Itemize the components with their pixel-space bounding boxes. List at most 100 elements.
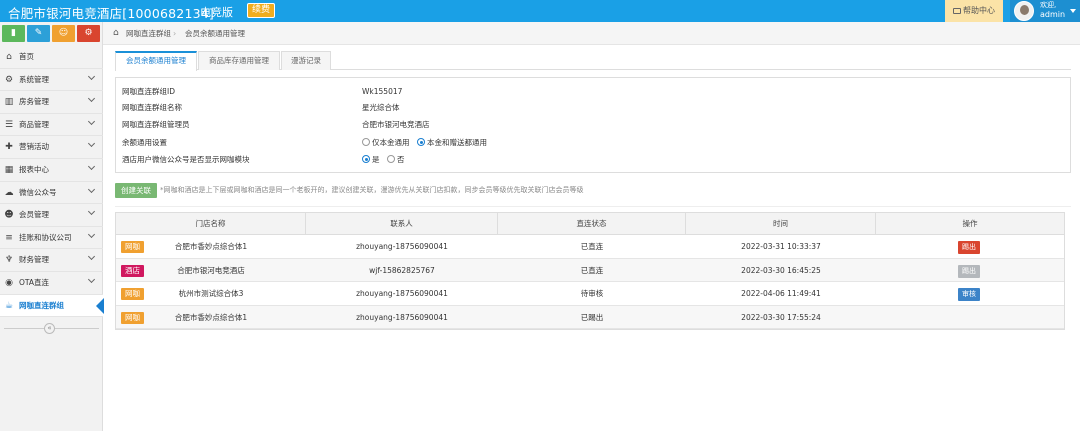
chevron-down-icon	[87, 253, 96, 261]
contact-cell: zhouyang-18756090041	[356, 312, 448, 322]
active-pointer-icon	[96, 297, 104, 314]
audit-button[interactable]: 审核	[958, 288, 980, 301]
sidebar-item-4[interactable]: ✚ 营销活动	[0, 136, 103, 159]
radio-icon	[362, 138, 370, 146]
help-center-label: 帮助中心	[963, 6, 995, 15]
group-info-panel: 网咖直连群组ID Wk155017 网咖直连群组名称 星光综合体 网咖直连群组管…	[115, 77, 1071, 173]
sidebar-item-2[interactable]: ▥ 房务管理	[0, 91, 103, 114]
avatar	[1014, 1, 1034, 21]
group-name-value: 星光综合体	[362, 103, 400, 112]
bar-chart-icon[interactable]: ▮	[2, 25, 25, 42]
sidebar-item-label: 首页	[19, 52, 34, 61]
kick-out-button[interactable]: 踢出	[958, 264, 980, 278]
radio-wechat-yes[interactable]: 是	[362, 152, 380, 168]
chevron-down-icon	[1070, 9, 1076, 13]
store-name-cell: 合肥市银河电竞酒店	[177, 265, 245, 275]
status-cell: 已直连	[580, 265, 604, 275]
column-header-action: 操作	[962, 219, 978, 228]
sidebar-item-7[interactable]: ☻ 会员管理	[0, 204, 103, 227]
radio-principal-only[interactable]: 仅本金通用	[362, 135, 410, 151]
chevron-down-icon	[87, 140, 96, 148]
info-row-wechat-module: 酒店用户微信公众号是否显示网咖模块 是 否	[116, 152, 1070, 168]
radio-principal-only-label: 仅本金通用	[372, 138, 410, 147]
info-row-group-id: 网咖直连群组ID Wk155017	[116, 84, 1070, 100]
radio-icon	[387, 155, 395, 163]
home-icon[interactable]: ⌂	[113, 29, 119, 38]
sidebar-item-6[interactable]: ☁ 微信公众号	[0, 182, 103, 205]
cutlery-icon: ♆	[4, 255, 14, 266]
chevron-down-icon	[87, 275, 96, 283]
chevron-down-icon	[87, 230, 96, 238]
coffee-icon: ☕	[4, 300, 14, 311]
tab-inventory-management[interactable]: 商品库存通用管理	[198, 51, 280, 70]
kick-out-button[interactable]: 踢出	[958, 241, 980, 254]
chevron-down-icon	[87, 208, 96, 216]
radio-principal-and-gift-label: 本金和赠送都通用	[427, 138, 487, 147]
radio-checked-icon	[417, 138, 425, 146]
association-note: *网咖和酒店是上下层或网咖和酒店是同一个老板开的，建议创建关联，漫游优先从关联门…	[160, 186, 584, 194]
status-cell: 待审核	[580, 289, 604, 298]
building-icon: ▥	[4, 97, 14, 108]
time-cell: 2022-03-30 17:55:24	[741, 312, 821, 322]
radio-wechat-yes-label: 是	[372, 155, 380, 164]
sidebar-item-3[interactable]: ☰ 商品管理	[0, 114, 103, 137]
chevron-down-icon	[87, 162, 96, 171]
chevron-down-icon	[87, 185, 96, 193]
contact-cell: wjf-15862825767	[369, 265, 435, 275]
users-icon: ☻	[4, 210, 14, 221]
radio-wechat-no-label: 否	[397, 155, 405, 164]
tab-roaming-records[interactable]: 漫游记录	[281, 51, 331, 70]
renew-button[interactable]: 续费	[247, 3, 276, 18]
chevron-down-icon	[87, 117, 96, 125]
monitor-icon	[953, 7, 961, 14]
radio-principal-and-gift[interactable]: 本金和赠送都通用	[417, 135, 487, 151]
column-header-time: 时间	[686, 213, 876, 235]
balance-setting-label: 余额通用设置	[122, 138, 167, 147]
collapse-sidebar-icon[interactable]: «	[44, 323, 55, 334]
tab-balance-management[interactable]: 会员余额通用管理	[115, 51, 197, 71]
users-icon[interactable]: ☺	[52, 25, 75, 42]
sidebar-item-label: 商品管理	[19, 119, 49, 129]
sidebar-item-8[interactable]: ≡ 挂账和协议公司	[0, 227, 103, 250]
database-icon: ☰	[4, 119, 14, 130]
sidebar-item-9[interactable]: ♆ 财务管理	[0, 249, 103, 272]
wechat-module-label: 酒店用户微信公众号是否显示网咖模块	[122, 155, 250, 164]
group-id-label: 网咖直连群组ID	[122, 87, 175, 96]
pencil-icon[interactable]: ✎	[27, 25, 50, 42]
quick-buttons: ▮ ✎ ☺ ⚙	[2, 25, 100, 42]
sidebar-item-label: 报表中心	[19, 164, 49, 174]
user-menu[interactable]: 欢迎, admin	[1010, 0, 1080, 22]
group-name-label: 网咖直连群组名称	[122, 103, 182, 112]
sidebar-item-5[interactable]: ▦ 报表中心	[0, 159, 103, 182]
store-name-cell: 合肥市香妙点综合体1	[174, 242, 248, 251]
info-row-group-admin: 网咖直连群组管理员 合肥市银河电竞酒店	[116, 117, 1070, 133]
create-association-button[interactable]: 创建关联	[115, 183, 157, 198]
stores-table: 门店名称 联系人 直连状态 时间 操作 网咖 合肥市香妙点综合体1 zhouyang…	[115, 212, 1065, 330]
home-icon: ⌂	[6, 52, 12, 62]
cloud-icon: ☁	[4, 187, 14, 198]
contact-cell: zhouyang-18756090041	[356, 289, 448, 298]
store-name-cell: 合肥市香妙点综合体1	[174, 312, 248, 322]
sidebar-item-label: 系统管理	[19, 74, 49, 84]
group-id-value: Wk155017	[362, 87, 403, 96]
radio-wechat-no[interactable]: 否	[387, 152, 405, 168]
chevron-down-icon	[87, 95, 96, 103]
share-icon[interactable]: ⚙	[77, 25, 100, 42]
list-icon: ≡	[5, 232, 13, 243]
column-header-status: 直连状态	[498, 213, 686, 235]
chart-icon: ▦	[4, 164, 14, 175]
sidebar-item-1[interactable]: ⚙ 系统管理	[0, 69, 103, 92]
divider	[115, 206, 1071, 207]
info-row-group-name: 网咖直连群组名称 星光综合体	[116, 100, 1070, 116]
sidebar-menu: ⌂ 首页 ⚙ 系统管理 ▥ 房务管理 ☰ 商品管理 ✚ 营销活动 ▦ 报表中心 ☁ 微信公众号 ☻ 会员管理 ≡…	[0, 46, 104, 318]
column-header-contact: 联系人	[306, 213, 498, 235]
sidebar-item-11[interactable]: ☕ 网咖直连群组	[0, 294, 104, 318]
sidebar-item-0[interactable]: ⌂ 首页	[0, 46, 103, 69]
radio-checked-icon	[362, 155, 370, 163]
sidebar-item-label: 财务管理	[19, 255, 49, 265]
sidebar: ▮ ✎ ☺ ⚙ ⌂ 首页 ⚙ 系统管理 ▥ 房务管理 ☰ 商品管理 ✚ 营销活动 ▦ 报表中心 ☁ 微信公众号 ☻…	[0, 22, 104, 431]
info-row-balance-setting: 余额通用设置 仅本金通用 本金和赠送都通用	[116, 135, 1070, 151]
breadcrumb-level1[interactable]: 网咖直连群组	[126, 29, 171, 38]
sidebar-item-10[interactable]: ◉ OTA直连	[0, 272, 103, 295]
help-center-button[interactable]: 帮助中心	[945, 0, 1003, 22]
